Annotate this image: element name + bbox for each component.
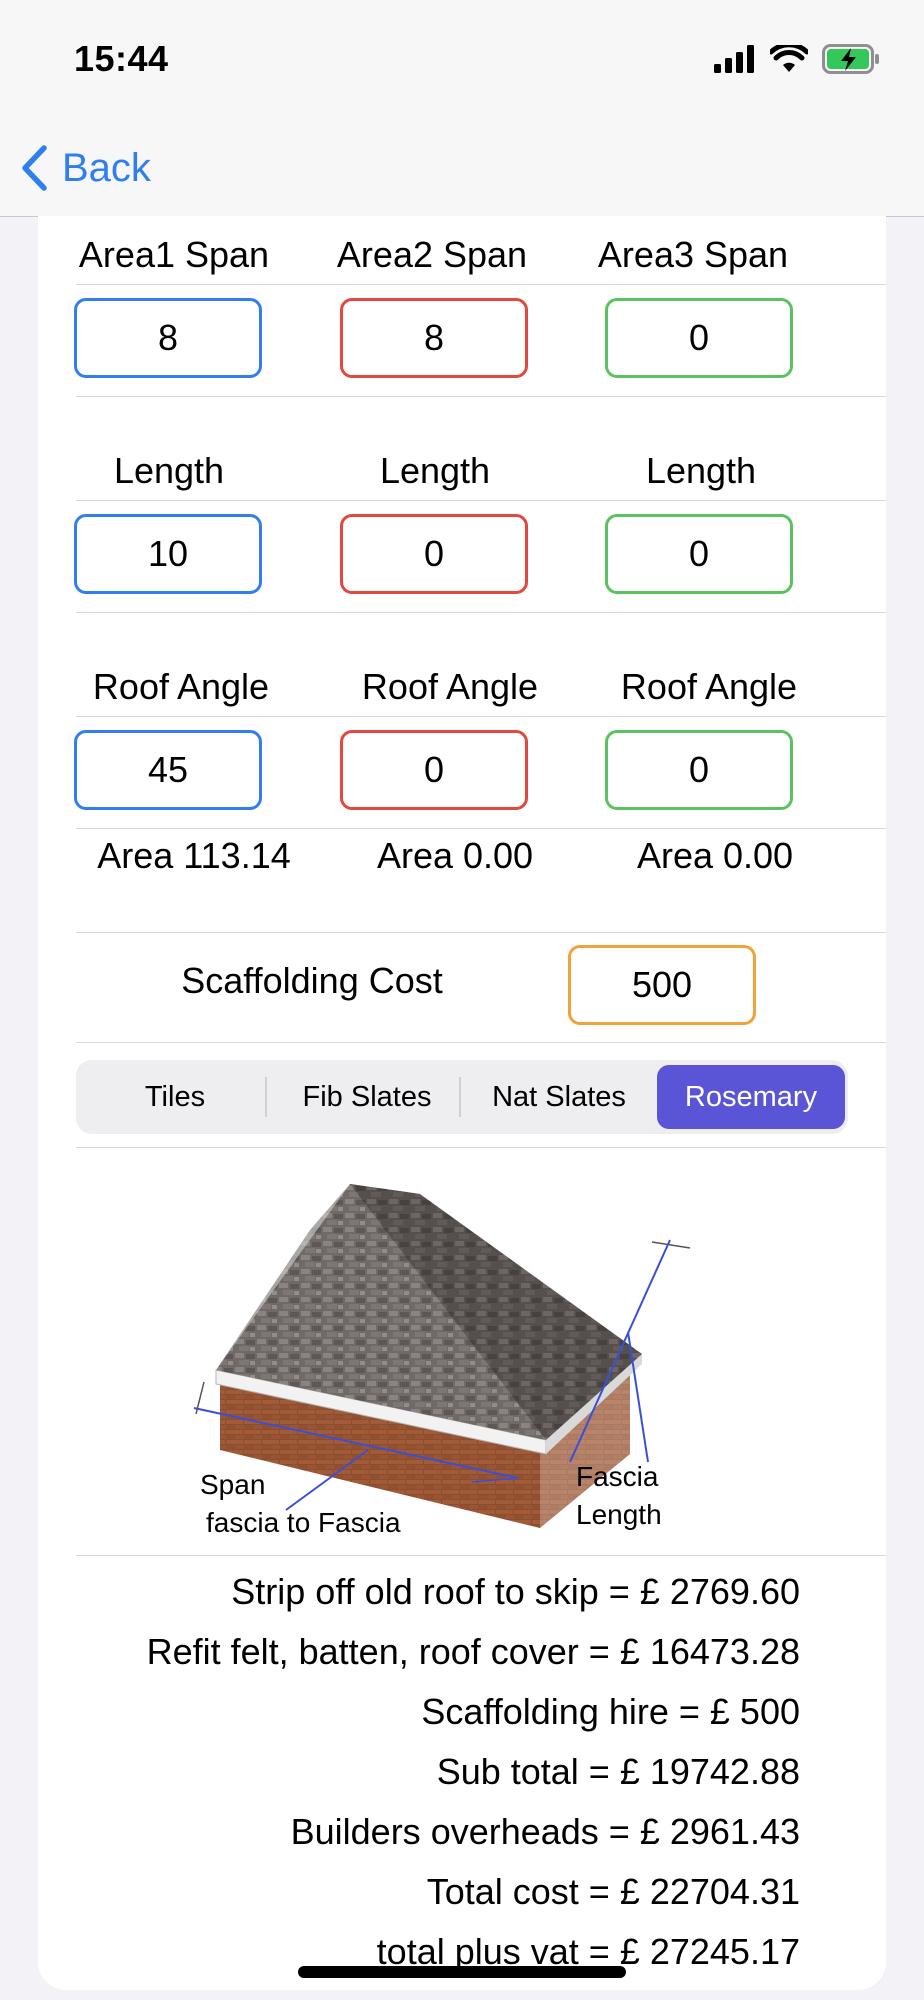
area2-length-input[interactable]: 0 xyxy=(340,514,528,594)
separator xyxy=(76,1555,886,1556)
area1-length-input[interactable]: 10 xyxy=(74,514,262,594)
separator xyxy=(76,932,886,933)
scaffolding-hire-cost: Scaffolding hire = £ 500 xyxy=(421,1691,800,1732)
sub-total: Sub total = £ 19742.88 xyxy=(436,1751,800,1792)
separator xyxy=(76,612,886,613)
status-icons xyxy=(714,42,880,76)
back-button[interactable]: Back xyxy=(20,140,151,196)
area1-span-label: Area1 Span xyxy=(78,234,270,275)
area1-length-label: Length xyxy=(113,450,225,491)
span-label-line1: Span xyxy=(200,1469,265,1500)
fascia-label-line2: Length xyxy=(576,1499,662,1530)
area2-angle-input[interactable]: 0 xyxy=(340,730,528,810)
scaffolding-cost-label: Scaffolding Cost xyxy=(181,960,443,1001)
roof-diagram: Span fascia to Fascia Fascia Length xyxy=(193,1184,691,1538)
area2-angle-label: Roof Angle xyxy=(361,666,539,707)
segment-tiles[interactable]: Tiles xyxy=(81,1065,269,1129)
back-label: Back xyxy=(62,145,151,190)
scaffolding-cost-input[interactable]: 500 xyxy=(568,945,756,1025)
area3-length-input[interactable]: 0 xyxy=(605,514,793,594)
cellular-signal-icon xyxy=(714,45,754,73)
home-indicator xyxy=(298,1966,626,1978)
area2-span-input[interactable]: 8 xyxy=(340,298,528,378)
chevron-left-icon xyxy=(22,145,47,191)
area3-angle-input[interactable]: 0 xyxy=(605,730,793,810)
area1-span-input[interactable]: 8 xyxy=(74,298,262,378)
navigation-bar: Back xyxy=(0,120,924,217)
area1-result: Area 113.14 xyxy=(97,835,291,876)
segment-divider xyxy=(459,1077,461,1117)
builders-overheads: Builders overheads = £ 2961.43 xyxy=(290,1811,800,1852)
separator xyxy=(76,1042,886,1043)
refit-cost: Refit felt, batten, roof cover = £ 16473… xyxy=(146,1631,800,1672)
area2-span-label: Area2 Span xyxy=(336,234,528,275)
area1-angle-label: Roof Angle xyxy=(92,666,270,707)
fascia-label-line1: Fascia xyxy=(576,1461,659,1492)
segment-rosemary[interactable]: Rosemary xyxy=(657,1065,845,1129)
segment-nat-slates[interactable]: Nat Slates xyxy=(465,1065,653,1129)
span-label-line2: fascia to Fascia xyxy=(206,1507,401,1538)
status-bar: 15:44 xyxy=(0,0,924,120)
separator xyxy=(76,1147,886,1148)
total-cost: Total cost = £ 22704.31 xyxy=(426,1871,800,1912)
wifi-icon xyxy=(770,45,808,72)
area3-angle-label: Roof Angle xyxy=(620,666,798,707)
separator xyxy=(76,284,886,285)
separator xyxy=(76,828,886,829)
separator xyxy=(76,716,886,717)
separator xyxy=(76,500,886,501)
status-time: 15:44 xyxy=(74,38,169,79)
area1-angle-input[interactable]: 45 xyxy=(74,730,262,810)
strip-off-cost: Strip off old roof to skip = £ 2769.60 xyxy=(231,1571,800,1612)
segment-fib-slates[interactable]: Fib Slates xyxy=(273,1065,461,1129)
segment-divider xyxy=(265,1077,267,1117)
separator xyxy=(76,396,886,397)
area3-result: Area 0.00 xyxy=(636,835,794,876)
area2-result: Area 0.00 xyxy=(376,835,534,876)
battery-charging-icon xyxy=(822,44,879,74)
area3-length-label: Length xyxy=(645,450,757,491)
area2-length-label: Length xyxy=(379,450,491,491)
material-segmented-control: Tiles Fib Slates Nat Slates Rosemary xyxy=(76,1060,848,1134)
area3-span-input[interactable]: 0 xyxy=(605,298,793,378)
area3-span-label: Area3 Span xyxy=(597,234,789,275)
